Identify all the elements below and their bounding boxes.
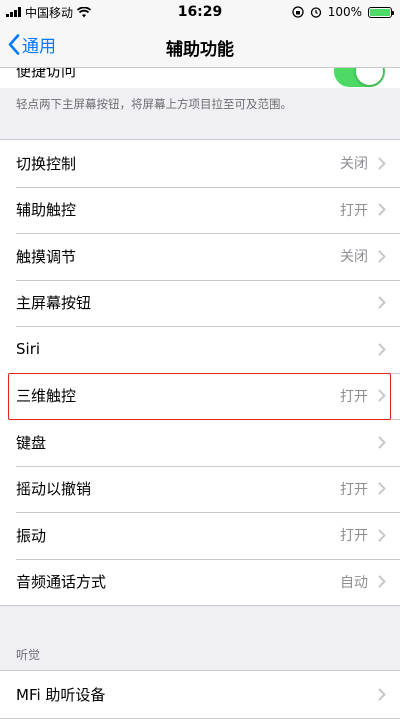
battery-icon (368, 6, 394, 18)
settings-row-label: 音频通话方式 (16, 573, 107, 592)
settings-row-label: 主屏幕按钮 (16, 294, 92, 313)
chevron-right-icon (378, 250, 386, 263)
settings-row-label: 摇动以撤销 (16, 480, 92, 499)
chevron-right-icon (378, 389, 386, 402)
settings-row-label: 触摸调节 (16, 247, 77, 266)
chevron-right-icon (378, 203, 386, 216)
settings-row[interactable]: 切换控制 关闭 (0, 140, 400, 187)
settings-row-label: 辅助触控 (16, 201, 77, 220)
chevron-right-icon (378, 436, 386, 449)
chevron-right-icon (378, 157, 386, 170)
settings-row[interactable]: 主屏幕按钮 (0, 279, 400, 327)
settings-row[interactable]: 振动 打开 (0, 512, 400, 559)
settings-row[interactable]: 三维触控 打开 (0, 372, 400, 420)
settings-row[interactable]: Siri (0, 326, 400, 373)
settings-row-value: 自动 (340, 574, 368, 591)
hearing-settings-group: MFi 助听设备 (0, 670, 400, 719)
settings-row-label: 键盘 (16, 433, 47, 452)
page-title: 辅助功能 (166, 40, 234, 60)
chevron-right-icon (378, 296, 386, 309)
settings-row-label: 三维触控 (16, 387, 77, 406)
status-time: 16:29 (177, 4, 223, 20)
chevron-right-icon (378, 575, 386, 588)
settings-row-label: MFi 助听设备 (16, 685, 106, 704)
reachability-footer-note: 轻点两下主屏幕按钮，将屏幕上方项目拉至可及范围。 (16, 97, 292, 111)
settings-row-label: 切换控制 (16, 154, 77, 173)
settings-row[interactable]: 摇动以撤销 打开 (0, 465, 400, 513)
settings-row-value: 关闭 (340, 249, 368, 266)
settings-row-value: 打开 (340, 202, 368, 219)
settings-row[interactable]: 触摸调节 关闭 (0, 233, 400, 280)
navigation-bar: 通用 辅助功能 (0, 24, 400, 68)
chevron-right-icon (378, 343, 386, 356)
settings-row-value: 打开 (340, 528, 368, 545)
settings-row[interactable]: 辅助触控 打开 (0, 186, 400, 234)
hearing-section-header: 听觉 (16, 648, 41, 662)
reachability-label: 便捷访问 (16, 68, 77, 80)
reachability-toggle[interactable] (334, 68, 385, 87)
chevron-right-icon (378, 482, 386, 495)
status-bar: 中国移动 16:29 100% (0, 0, 400, 24)
settings-row[interactable]: 键盘 (0, 419, 400, 466)
accessibility-settings-group: 切换控制 关闭 辅助触控 打开 触摸调节 关闭 主屏幕按钮 Siri 三维触控 打开 键盘 摇动以撤销… (0, 139, 400, 606)
settings-row[interactable]: 音频通话方式 自动 (0, 558, 400, 606)
chevron-right-icon (378, 688, 386, 701)
settings-row-label: Siri (16, 340, 41, 359)
settings-row-value: 打开 (340, 481, 368, 498)
settings-row-label: 振动 (16, 526, 47, 545)
chevron-right-icon (378, 529, 386, 542)
settings-row-value: 打开 (340, 388, 368, 405)
settings-row-value: 关闭 (340, 156, 368, 173)
reachability-row[interactable]: 便捷访问 (0, 68, 400, 88)
